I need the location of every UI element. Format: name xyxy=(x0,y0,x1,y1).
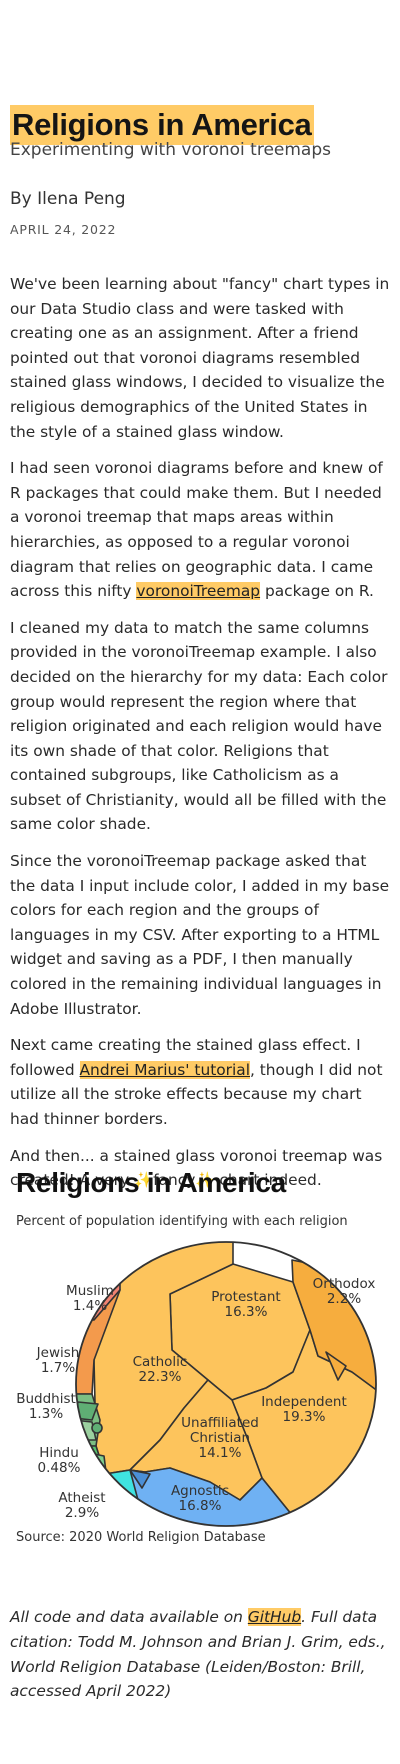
paragraph-2-text-a: I had seen voronoi diagrams before and k… xyxy=(10,459,383,601)
label-unaffiliated-christian-name-0: Unaffiliated xyxy=(181,1415,259,1431)
label-atheist-name-0: Atheist xyxy=(58,1490,105,1506)
label-orthodox-name-0: Orthodox xyxy=(313,1276,376,1292)
paragraph-2-text-b: package on R. xyxy=(260,582,374,601)
label-catholic-name-0: Catholic xyxy=(133,1354,188,1370)
label-catholic-value: 22.3% xyxy=(139,1369,182,1385)
label-unaffiliated-christian-value: 14.1% xyxy=(199,1445,242,1461)
subcell-2 xyxy=(295,1515,331,1526)
article-subtitle: Experimenting with voronoi treemaps xyxy=(10,140,331,160)
label-buddhist-value: 1.3% xyxy=(29,1406,63,1422)
label-hindu-value: 0.48% xyxy=(38,1460,81,1476)
paragraph-5: Next came creating the stained glass eff… xyxy=(10,1033,392,1131)
article-body: We've been learning about "fancy" chart … xyxy=(10,272,392,1205)
paragraph-4: Since the voronoiTreemap package asked t… xyxy=(10,852,390,1018)
voronoi-treemap-chart: Protestant16.3%Catholic22.3%Independent1… xyxy=(16,1241,377,1527)
label-atheist-value: 2.9% xyxy=(65,1505,99,1521)
label-agnostic-name-0: Agnostic xyxy=(171,1483,229,1499)
subcell-dot xyxy=(91,1422,103,1434)
paragraph-3: I cleaned my data to match the same colu… xyxy=(10,618,388,834)
label-unaffiliated-christian-name-1: Christian xyxy=(190,1430,250,1446)
footnote-text-a: All code and data available on xyxy=(10,1608,248,1627)
label-protestant-name-0: Protestant xyxy=(211,1289,280,1305)
label-muslim-value: 1.4% xyxy=(73,1298,107,1314)
tutorial-link[interactable]: Andrei Marius' tutorial xyxy=(79,1060,250,1079)
footnote: All code and data available on GitHub. F… xyxy=(10,1605,392,1703)
label-independent-value: 19.3% xyxy=(283,1409,326,1425)
chart-source: Source: 2020 World Religion Database xyxy=(16,1530,266,1545)
subcell-6 xyxy=(83,1451,107,1473)
label-agnostic-value: 16.8% xyxy=(179,1498,222,1514)
label-hindu-name-0: Hindu xyxy=(39,1445,79,1461)
label-jewish-value: 1.7% xyxy=(41,1360,75,1376)
paragraph-2: I had seen voronoi diagrams before and k… xyxy=(10,456,392,604)
publish-date: APRIL 24, 2022 xyxy=(10,222,117,237)
label-protestant-value: 16.3% xyxy=(225,1304,268,1320)
label-orthodox-value: 2.2% xyxy=(327,1291,361,1307)
article-title: Religions in America xyxy=(10,104,314,145)
github-link[interactable]: GitHub xyxy=(247,1608,302,1627)
voronoitreemap-link[interactable]: voronoiTreemap xyxy=(136,582,261,601)
label-muslim-name-0: Muslim xyxy=(66,1283,114,1299)
byline: By Ilena Peng xyxy=(10,189,126,209)
paragraph-1: We've been learning about "fancy" chart … xyxy=(10,275,390,441)
label-independent-name-0: Independent xyxy=(261,1394,347,1410)
label-jewish-name-0: Jewish xyxy=(36,1345,80,1361)
label-buddhist-name-0: Buddhist xyxy=(16,1391,76,1407)
